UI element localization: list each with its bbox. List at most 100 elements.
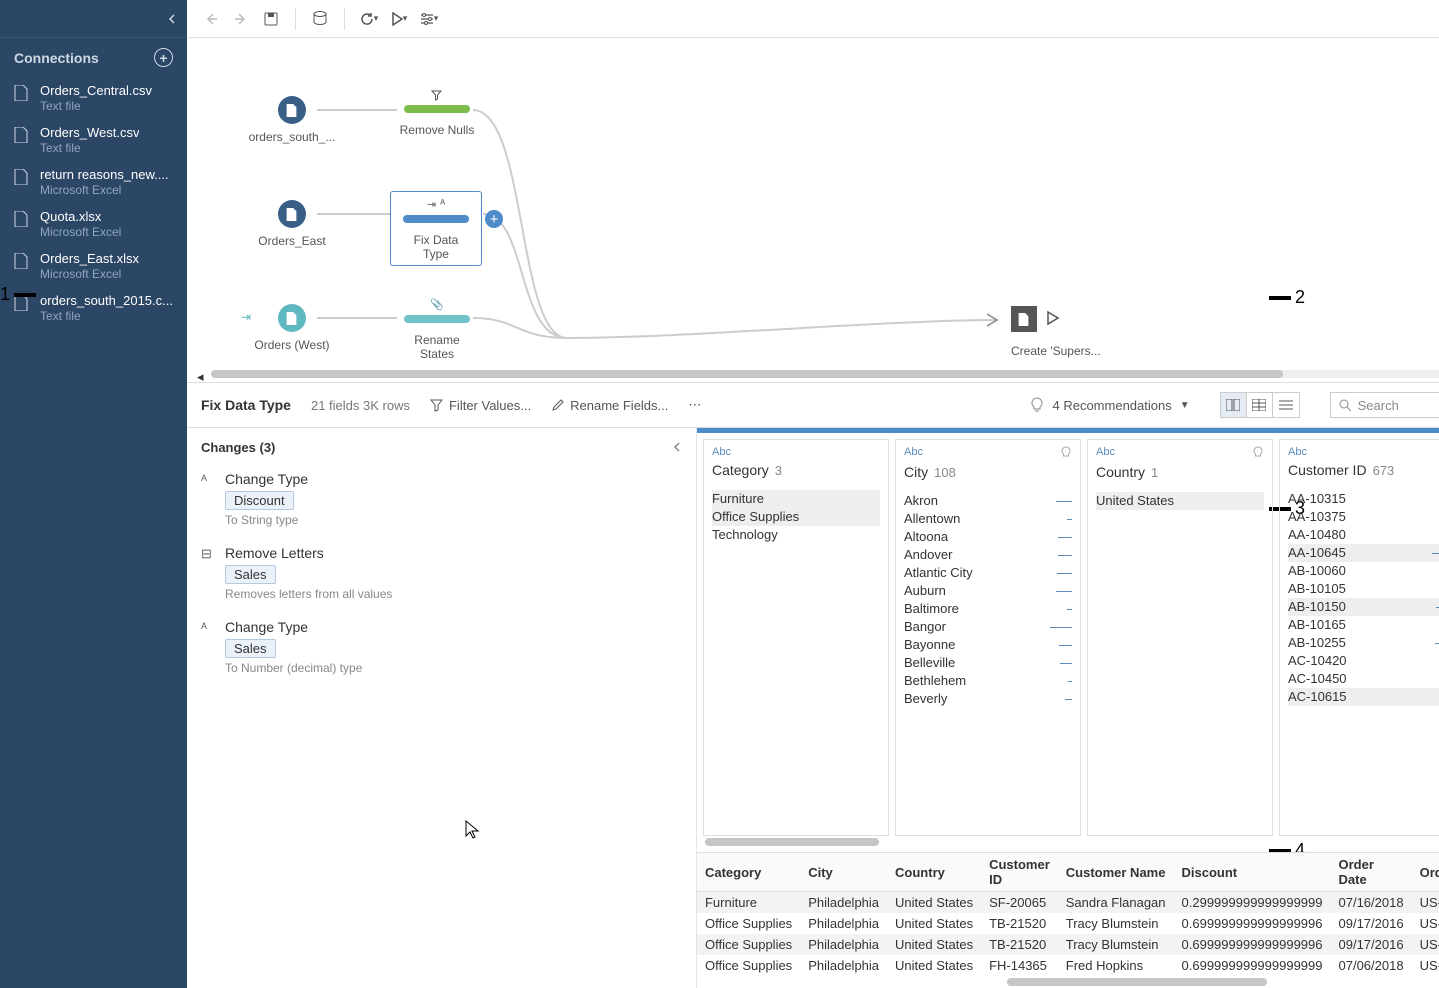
profile-value[interactable]: AC-10420 [1288,652,1439,670]
flow-input-node[interactable]: ⇥ Orders (West) [247,304,337,352]
add-step-button[interactable]: + [485,210,503,228]
table-row[interactable]: FurniturePhiladelphiaUnited StatesSF-200… [697,892,1439,914]
profile-value[interactable]: Furniture [712,490,880,508]
profile-value[interactable]: Atlantic City [904,564,1072,582]
main: ▾ ▾ ▾ Alerts (0) orders_south_... [187,0,1439,988]
profile-card-city[interactable]: Abc City108 AkronAllentownAltoonaAndover… [895,439,1081,836]
canvas-scrollbar-h[interactable]: ◂▸ [197,366,1439,382]
back-button[interactable] [199,7,223,31]
profile-value[interactable]: Technology [712,526,880,544]
connection-item[interactable]: Orders_Central.csvText file [0,77,187,119]
view-list-button[interactable] [1273,393,1299,417]
profile-value[interactable]: AC-10450 [1288,670,1439,688]
profile-value[interactable]: Auburn [904,582,1072,600]
profile-value[interactable]: AA-10375 [1288,508,1439,526]
flow-input-node[interactable]: Orders_East [247,200,337,248]
column-header[interactable]: Customer ID [981,853,1058,892]
collapse-changes-button[interactable] [672,440,682,455]
profile-value[interactable]: Office Supplies [712,508,880,526]
profile-value[interactable]: AB-10060 [1288,562,1439,580]
save-button[interactable] [259,7,283,31]
flow-connectors [187,38,1439,382]
profile-value[interactable]: Bethlehem [904,672,1072,690]
connection-item[interactable]: Orders_West.csvText file [0,119,187,161]
file-icon [285,208,298,221]
more-button[interactable]: ⋯ [688,397,701,413]
profile-value[interactable]: AA-10645 [1288,544,1439,562]
recommendations-button[interactable]: 4 Recommendations [1052,398,1171,413]
profile-scrollbar-h[interactable] [697,838,1439,852]
column-header[interactable]: Discount [1174,853,1331,892]
profile-value[interactable]: Altoona [904,528,1072,546]
column-header[interactable]: Country [887,853,981,892]
data-button[interactable] [308,7,332,31]
profile-value[interactable]: Baltimore [904,600,1072,618]
forward-button[interactable] [229,7,253,31]
connections-title: Connections [14,50,99,66]
connection-item[interactable]: return reasons_new....Microsoft Excel [0,161,187,203]
profile-value[interactable]: Bangor [904,618,1072,636]
table-row[interactable]: Office SuppliesPhiladelphiaUnited States… [697,955,1439,976]
column-header[interactable]: Order Date [1331,853,1412,892]
profile-value[interactable]: Bayonne [904,636,1072,654]
view-profile-button[interactable] [1221,393,1247,417]
flow-step-rename-states[interactable]: 📎 Rename States [397,298,477,361]
callout-1: 1 [0,284,36,305]
list-view-icon [1279,399,1293,411]
sidebar-collapse[interactable] [0,0,187,38]
refresh-button[interactable]: ▾ [357,7,381,31]
change-type-icon: ᴬ [201,472,207,487]
flow-step-fix-data-type[interactable]: ⇥ᴬ Fix Data Type [391,192,481,265]
change-item[interactable]: ⊟ Remove Letters Sales Removes letters f… [201,537,682,611]
profile-value[interactable]: Beverly [904,690,1072,708]
profile-value[interactable]: United States [1096,492,1264,510]
view-grid-button[interactable] [1247,393,1273,417]
profile-value[interactable]: Belleville [904,654,1072,672]
filter-values-button[interactable]: Filter Values... [430,398,531,413]
table-row[interactable]: Office SuppliesPhiladelphiaUnited States… [697,913,1439,934]
column-header[interactable]: Category [697,853,800,892]
profile-value[interactable]: Allentown [904,510,1072,528]
rename-fields-button[interactable]: Rename Fields... [551,398,668,413]
cursor-icon [465,820,481,840]
edit-icon [551,399,564,412]
profile-value[interactable]: Akron [904,492,1072,510]
clean-icon: ᴬ [440,198,445,211]
bulb-icon [1060,446,1072,460]
profile-value[interactable]: Andover [904,546,1072,564]
run-button[interactable]: ▾ [387,7,411,31]
step-name: Fix Data Type [201,397,291,413]
grid-scrollbar-h[interactable] [697,976,1439,988]
change-item[interactable]: ᴬ Change Type Discount To String type [201,463,682,537]
refresh-icon [360,12,374,26]
profile-value[interactable]: AA-10315 [1288,490,1439,508]
change-item[interactable]: ᴬ Change Type Sales To Number (decimal) … [201,611,682,685]
type-icon: ⇥ [427,198,436,211]
file-icon [14,253,30,269]
flow-output-node[interactable]: Create 'Supers... [1011,306,1101,358]
table-row[interactable]: Office SuppliesPhiladelphiaUnited States… [697,934,1439,955]
profile-value[interactable]: AA-10480 [1288,526,1439,544]
settings-button[interactable]: ▾ [417,7,441,31]
profile-value[interactable]: AB-10105 [1288,580,1439,598]
flow-input-node[interactable]: orders_south_... [247,96,337,144]
column-header[interactable]: City [800,853,887,892]
profile-card-category[interactable]: Abc Category3 FurnitureOffice SuppliesTe… [703,439,889,836]
profile-card-country[interactable]: Abc Country1 United States [1087,439,1273,836]
change-type-icon: ᴬ [201,620,207,635]
flow-canvas[interactable]: orders_south_... Orders_East ⇥ Orders (W… [187,38,1439,382]
column-header[interactable]: Order ID [1412,853,1439,892]
column-header[interactable]: Customer Name [1058,853,1174,892]
search-input[interactable]: Search [1330,392,1439,418]
flow-step-remove-nulls[interactable]: Remove Nulls [397,90,477,137]
profile-value[interactable]: AB-10165 [1288,616,1439,634]
add-connection-button[interactable]: + [154,48,173,67]
data-grid[interactable]: CategoryCityCountryCustomer IDCustomer N… [697,852,1439,988]
profile-card-customer-id[interactable]: Abc Customer ID673 AA-10315AA-10375AA-10… [1279,439,1439,836]
grid-view-icon [1252,399,1266,411]
connection-item[interactable]: Orders_East.xlsxMicrosoft Excel [0,245,187,287]
profile-value[interactable]: AB-10255 [1288,634,1439,652]
profile-value[interactable]: AB-10150 [1288,598,1439,616]
profile-value[interactable]: AC-10615 [1288,688,1439,706]
connection-item[interactable]: Quota.xlsxMicrosoft Excel [0,203,187,245]
